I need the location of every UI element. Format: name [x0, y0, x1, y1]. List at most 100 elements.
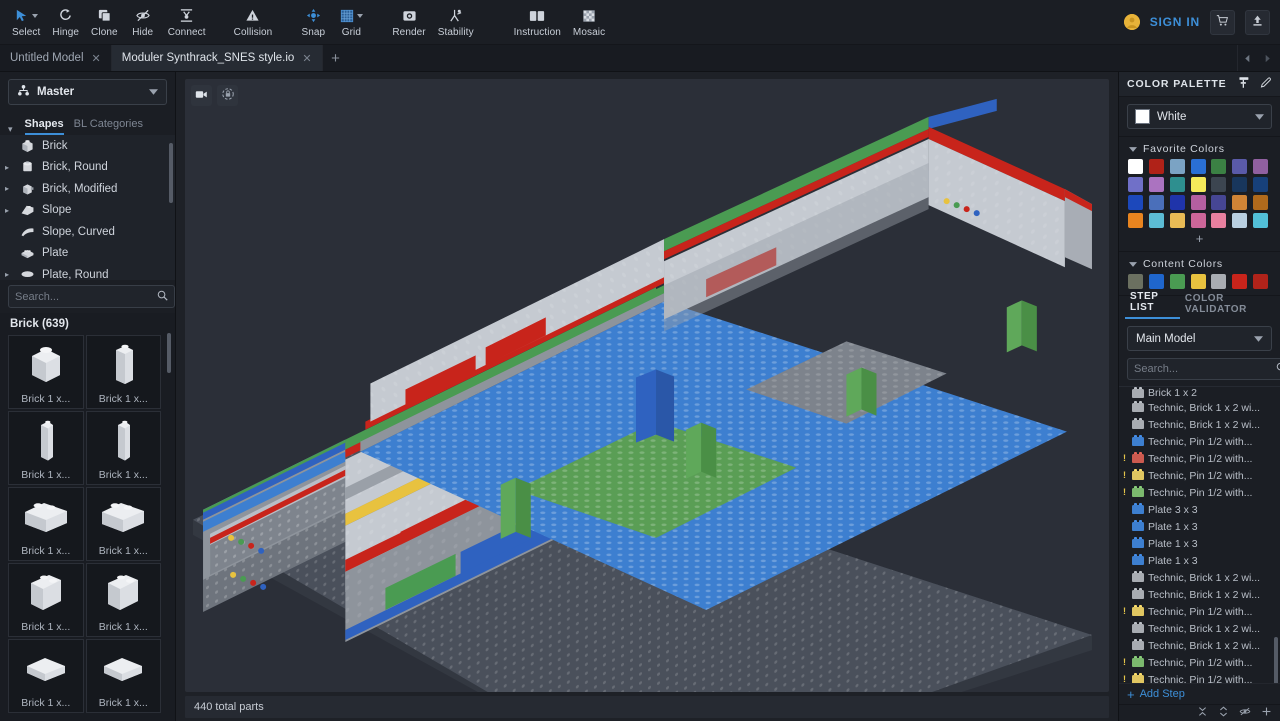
toolbar-hinge[interactable]: Hinge [46, 1, 85, 44]
color-swatch[interactable] [1169, 274, 1185, 289]
step-item[interactable]: Plate 1 x 3 [1119, 518, 1280, 535]
toolbar-instruction[interactable]: Instruction [508, 1, 567, 44]
camera-button[interactable] [191, 85, 212, 106]
tab-untitled-model[interactable]: Untitled Model ✕ [0, 45, 112, 71]
step-search-input[interactable] [1134, 363, 1276, 375]
expand-arrow-icon[interactable]: ▸ [2, 270, 12, 279]
gallery-item[interactable]: Brick 1 x... [8, 639, 84, 713]
paint-roller-icon[interactable] [1237, 76, 1250, 92]
color-swatch[interactable] [1169, 159, 1185, 174]
step-list[interactable]: Brick 1 x 2 Technic, Brick 1 x 2 wi... T… [1119, 386, 1280, 683]
color-swatch[interactable] [1211, 195, 1227, 210]
color-swatch[interactable] [1148, 195, 1164, 210]
color-swatch[interactable] [1148, 177, 1164, 192]
gallery-item[interactable]: Brick 1 x... [85, 563, 161, 637]
color-swatch[interactable] [1232, 177, 1248, 192]
toolbar-grid[interactable]: Grid [332, 1, 370, 44]
shape-row-plate[interactable]: Plate [0, 243, 175, 265]
color-swatch[interactable] [1232, 274, 1248, 289]
toolbar-clone[interactable]: Clone [85, 1, 124, 44]
part-gallery[interactable]: Brick (639) Brick 1 x... Brick 1 x... Br… [0, 313, 175, 721]
toolbar-select[interactable]: Select [6, 1, 46, 44]
expand-arrow-icon[interactable]: ▸ [2, 184, 12, 193]
step-item[interactable]: ! Technic, Pin 1/2 with... [1119, 603, 1280, 620]
color-swatch[interactable] [1169, 195, 1185, 210]
step-item[interactable]: ! Technic, Pin 1/2 with... [1119, 654, 1280, 671]
color-swatch[interactable] [1232, 213, 1248, 228]
gallery-item[interactable]: Brick 1 x... [85, 411, 161, 485]
color-swatch[interactable] [1232, 159, 1248, 174]
color-swatch[interactable] [1253, 274, 1269, 289]
color-swatch[interactable] [1190, 159, 1206, 174]
step-item[interactable]: Plate 3 x 3 [1119, 501, 1280, 518]
favorite-colors-header[interactable]: Favorite Colors [1119, 142, 1280, 159]
color-swatch[interactable] [1211, 274, 1227, 289]
color-swatch[interactable] [1253, 195, 1269, 210]
step-item[interactable]: ! Technic, Pin 1/2 with... [1119, 467, 1280, 484]
tab-step-list[interactable]: STEP LIST [1125, 291, 1180, 319]
color-swatch[interactable] [1128, 213, 1143, 228]
gallery-item[interactable]: Brick 1 x... [8, 487, 84, 561]
collapse-vertical-icon[interactable] [1197, 706, 1208, 720]
rotate-lock-button[interactable] [217, 85, 238, 106]
color-swatch[interactable] [1148, 274, 1164, 289]
shape-category-list[interactable]: Brick ▸ Brick, Round ▸ Brick, Modified ▸… [0, 135, 175, 280]
shape-list-scrollbar[interactable] [169, 143, 173, 203]
shape-row-slope-curved[interactable]: Slope, Curved [0, 221, 175, 243]
gallery-item[interactable]: Brick 1 x... [85, 639, 161, 713]
color-swatch[interactable] [1190, 213, 1206, 228]
step-item[interactable]: Plate 1 x 3 [1119, 552, 1280, 569]
toolbar-mosaic[interactable]: Mosaic [567, 1, 611, 44]
color-swatch[interactable] [1128, 159, 1143, 174]
shape-row-brick-round[interactable]: ▸ Brick, Round [0, 157, 175, 179]
gallery-item[interactable]: Brick 1 x... [8, 563, 84, 637]
color-swatch[interactable] [1190, 177, 1206, 192]
color-swatch[interactable] [1253, 177, 1269, 192]
expand-vertical-icon[interactable] [1218, 706, 1229, 720]
add-color-button[interactable]: + [1119, 228, 1280, 248]
color-swatch[interactable] [1169, 177, 1185, 192]
shape-row-slope[interactable]: ▸ Slope [0, 200, 175, 222]
color-swatch[interactable] [1211, 159, 1227, 174]
shape-row-brick-modified[interactable]: ▸ Brick, Modified [0, 178, 175, 200]
color-swatch[interactable] [1128, 274, 1143, 289]
upload-button[interactable] [1245, 9, 1270, 35]
step-item[interactable]: ! Technic, Pin 1/2 with... [1119, 671, 1280, 683]
color-swatch[interactable] [1232, 195, 1248, 210]
color-swatch[interactable] [1211, 177, 1227, 192]
chevron-down-icon[interactable]: ▾ [8, 124, 13, 135]
color-swatch[interactable] [1128, 195, 1143, 210]
color-swatch[interactable] [1169, 213, 1185, 228]
add-step-button[interactable]: + Add Step [1119, 683, 1280, 704]
toolbar-snap[interactable]: Snap [294, 1, 332, 44]
color-swatch[interactable] [1128, 177, 1143, 192]
color-swatch[interactable] [1253, 159, 1269, 174]
color-swatch[interactable] [1190, 274, 1206, 289]
add-icon[interactable] [1261, 706, 1272, 720]
step-item[interactable]: Plate 1 x 3 [1119, 535, 1280, 552]
close-icon[interactable]: ✕ [302, 52, 311, 65]
step-item[interactable]: Technic, Brick 1 x 2 wi... [1119, 620, 1280, 637]
chevron-left-icon[interactable] [1238, 48, 1256, 68]
step-item[interactable]: Technic, Pin 1/2 with... [1119, 433, 1280, 450]
tab-color-validator[interactable]: COLOR VALIDATOR [1180, 293, 1274, 319]
color-swatch[interactable] [1190, 195, 1206, 210]
sign-in-button[interactable]: SIGN IN [1150, 15, 1200, 29]
cart-button[interactable] [1210, 9, 1235, 35]
step-item[interactable]: Technic, Brick 1 x 2 wi... [1119, 399, 1280, 416]
toolbar-render[interactable]: Render [386, 1, 431, 44]
gallery-item[interactable]: Brick 1 x... [85, 487, 161, 561]
search-input-wrap[interactable] [8, 285, 175, 308]
step-list-scrollbar[interactable] [1274, 637, 1278, 683]
chevron-right-icon[interactable] [1258, 48, 1276, 68]
step-item[interactable]: ! Technic, Pin 1/2 with... [1119, 450, 1280, 467]
new-tab-button[interactable]: + [323, 45, 349, 71]
step-item[interactable]: Technic, Brick 1 x 2 wi... [1119, 569, 1280, 586]
hide-eye-icon[interactable] [1239, 706, 1251, 720]
gallery-item[interactable]: Brick 1 x... [8, 411, 84, 485]
viewport-3d[interactable] [185, 79, 1109, 692]
search-input[interactable] [15, 290, 157, 303]
color-swatch[interactable] [1211, 213, 1227, 228]
toolbar-collision[interactable]: Collision [228, 1, 279, 44]
color-swatch[interactable] [1148, 159, 1164, 174]
